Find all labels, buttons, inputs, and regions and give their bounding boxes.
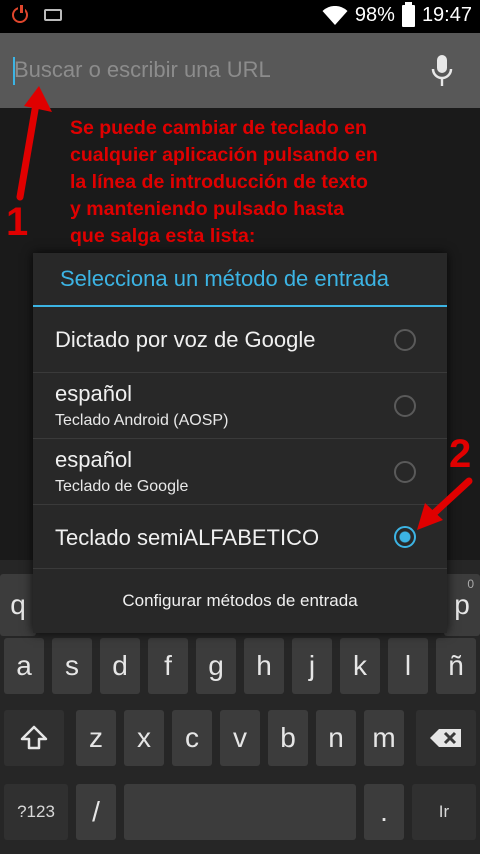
key-c[interactable]: c (172, 710, 212, 766)
backspace-icon (430, 729, 461, 747)
key-d[interactable]: d (100, 638, 140, 694)
annotation-line: cualquier aplicación pulsando en (70, 144, 378, 166)
key-k[interactable]: k (340, 638, 380, 694)
option-label: español (55, 447, 133, 472)
key-a[interactable]: a (4, 638, 44, 694)
annotation-arrow-diagonal (417, 477, 473, 530)
key-x[interactable]: x (124, 710, 164, 766)
key-slash[interactable]: / (76, 784, 116, 840)
option-semialfabetico[interactable]: Teclado semiALFABETICO (33, 505, 447, 569)
microphone-icon[interactable] (430, 53, 454, 89)
key-l[interactable]: l (388, 638, 428, 694)
step-number-2: 2 (449, 432, 472, 476)
key-period[interactable]: . (364, 784, 404, 840)
key-v[interactable]: v (220, 710, 260, 766)
go-key[interactable]: Ir (412, 784, 476, 840)
wifi-icon (322, 5, 348, 25)
annotation-line: Se puede cambiar de teclado en (70, 117, 367, 139)
key-h[interactable]: h (244, 638, 284, 694)
numbers-key[interactable]: ?123 (4, 784, 68, 840)
key-p[interactable]: p0 (444, 574, 480, 636)
keyboard-notification-icon (44, 9, 62, 21)
key-z[interactable]: z (76, 710, 116, 766)
status-bar: 98% 19:47 (0, 0, 480, 33)
clock: 19:47 (421, 4, 472, 26)
battery-percent: 98% (354, 4, 395, 26)
step-number-1: 1 (6, 200, 29, 244)
annotation-line: la línea de introducción de texto (70, 171, 368, 193)
option-google-voice[interactable]: Dictado por voz de Google (33, 307, 447, 373)
key-s[interactable]: s (52, 638, 92, 694)
delete-key[interactable] (416, 710, 476, 766)
key-j[interactable]: j (292, 638, 332, 694)
key-b[interactable]: b (268, 710, 308, 766)
annotation-text: Se puede cambiar de teclado en cualquier… (70, 115, 470, 250)
dialog-title: Selecciona un método de entrada (33, 253, 447, 307)
url-input[interactable] (14, 53, 404, 87)
key-m[interactable]: m (364, 710, 404, 766)
space-key[interactable] (124, 784, 356, 840)
power-icon (12, 5, 28, 23)
key-f[interactable]: f (148, 638, 188, 694)
option-label: español (55, 381, 133, 406)
configure-input-methods-button[interactable]: Configurar métodos de entrada (33, 569, 447, 633)
option-sublabel: Teclado Android (AOSP) (55, 412, 229, 429)
key-g[interactable]: g (196, 638, 236, 694)
battery-icon (401, 1, 415, 27)
radio-unselected[interactable] (394, 395, 416, 417)
shift-icon (20, 725, 48, 750)
input-method-dialog: Selecciona un método de entrada Dictado … (33, 253, 447, 633)
option-google-keyboard[interactable]: español Teclado de Google (33, 439, 447, 505)
key-n-tilde[interactable]: ñ (436, 638, 476, 694)
option-aosp-keyboard[interactable]: español Teclado Android (AOSP) (33, 373, 447, 439)
key-n[interactable]: n (316, 710, 356, 766)
annotation-arrow-up (16, 86, 52, 201)
key-q[interactable]: q (0, 574, 36, 636)
key-hint: 0 (467, 577, 474, 591)
url-bar (0, 33, 480, 108)
option-label: Teclado semiALFABETICO (55, 525, 320, 550)
option-sublabel: Teclado de Google (55, 478, 189, 495)
text-cursor (13, 57, 15, 85)
annotation-line: y manteniendo pulsado hasta (70, 198, 345, 220)
option-label: Dictado por voz de Google (55, 327, 316, 352)
radio-unselected[interactable] (394, 329, 416, 351)
annotation-line: que salga esta lista: (70, 225, 256, 247)
shift-key[interactable] (4, 710, 64, 766)
